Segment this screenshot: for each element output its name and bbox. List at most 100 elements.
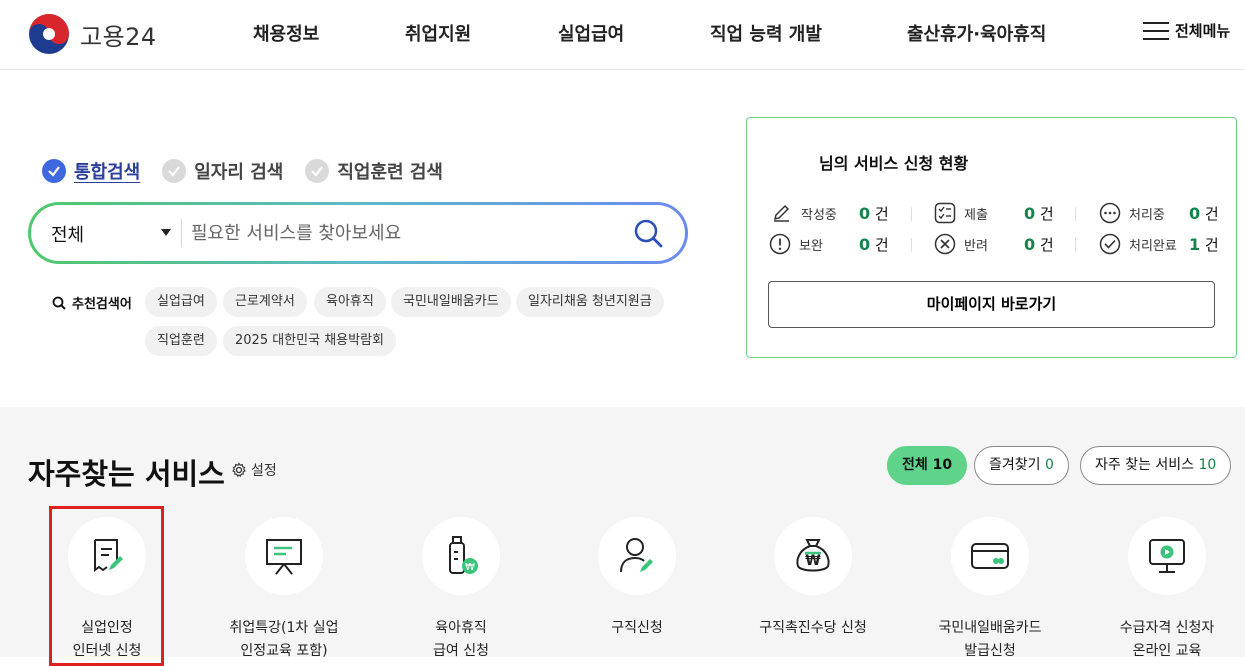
tab-label: 직업훈련 검색 (337, 162, 443, 183)
monitor-play-icon (1149, 539, 1185, 573)
pencil-icon (773, 204, 790, 222)
recommended-label-text: 추천검색어 (72, 297, 132, 312)
service-job-promotion-allowance[interactable]: ₩ 구직촉진수당 신청 (733, 517, 893, 640)
filter-favorites[interactable]: 즐겨찾기 0 (974, 446, 1069, 485)
nav-maternity-leave[interactable]: 출산휴가·육아휴직 (907, 20, 1046, 46)
all-menu-button[interactable]: 전체메뉴 (1143, 20, 1230, 41)
section-title: 자주찾는 서비스 (28, 457, 225, 491)
filter-frequent[interactable]: 자주 찾는 서비스 10 (1080, 446, 1232, 485)
search-icon (52, 296, 66, 310)
separator (911, 238, 912, 252)
keyword-chip[interactable]: 직업훈련 (145, 326, 217, 356)
service-online-education[interactable]: 수급자격 신청자온라인 교육 (1087, 517, 1245, 663)
settings-button[interactable]: 설정 (231, 460, 277, 480)
svg-text:₩: ₩ (465, 562, 475, 573)
service-job-application[interactable]: 구직신청 (557, 517, 717, 640)
service-label-line1: 구직촉진수당 신청 (759, 620, 867, 636)
divider (181, 219, 182, 247)
status-label: 반려 (964, 238, 988, 254)
status-count: 0 건 (859, 204, 889, 223)
service-label-line2: 온라인 교육 (1132, 643, 1202, 659)
logo-text: 고용24 (80, 22, 157, 51)
status-rejected[interactable]: 반려 (934, 233, 988, 255)
nav-employment-support[interactable]: 취업지원 (405, 20, 471, 46)
service-label-line1: 수급자격 신청자 (1119, 620, 1215, 636)
service-label-line2: 급여 신청 (433, 643, 489, 659)
x-circle-icon (934, 233, 956, 255)
status-drafting[interactable]: 작성중 (771, 202, 837, 224)
status-count: 0 건 (1024, 204, 1054, 223)
service-label-line2: 인정교육 포함) (240, 643, 328, 659)
separator (1075, 207, 1076, 221)
status-processing[interactable]: 처리중 (1099, 202, 1165, 224)
search-scope-select[interactable]: 전체 (51, 221, 84, 247)
keyword-chip[interactable]: 국민내일배움카드 (391, 287, 511, 317)
highlight-box (49, 506, 164, 666)
dropdown-arrow-icon[interactable] (161, 229, 171, 236)
svg-text:₩: ₩ (805, 553, 821, 569)
all-menu-label: 전체메뉴 (1175, 22, 1231, 40)
service-label-line1: 취업특강(1차 실업 (229, 620, 339, 636)
status-count: 0 건 (1189, 204, 1219, 223)
exclamation-icon (769, 233, 791, 255)
status-label: 처리중 (1129, 207, 1165, 223)
check-icon (162, 159, 187, 183)
status-supplement[interactable]: 보완 (769, 233, 823, 255)
status-submitted[interactable]: 제출 (934, 202, 988, 224)
keyword-chip[interactable]: 실업급여 (145, 287, 217, 317)
status-count: 0 건 (1024, 235, 1054, 254)
search-icon[interactable] (633, 218, 663, 248)
service-status-panel: 님의 서비스 신청 현황 작성중 0 건 제출 0 건 처리중 0 건 보완 0 (746, 117, 1237, 358)
keyword-chip[interactable]: 근로계약서 (223, 287, 307, 317)
tab-training-search[interactable]: 직업훈련 검색 (305, 158, 443, 184)
gear-icon (232, 462, 246, 478)
tab-label: 통합검색 (74, 162, 141, 183)
nav-unemployment-benefit[interactable]: 실업급여 (558, 20, 624, 46)
site-header: 고용24 채용정보 취업지원 실업급여 직업 능력 개발 출산휴가·육아휴직 전… (0, 0, 1245, 70)
tab-label: 일자리 검색 (194, 162, 284, 183)
check-circle-icon (1099, 233, 1121, 255)
settings-label: 설정 (251, 463, 277, 479)
check-icon (42, 159, 66, 183)
separator (1075, 238, 1076, 252)
filter-all[interactable]: 전체 10 (887, 446, 968, 485)
service-label-line1: 국민내일배움카드 (938, 620, 1042, 636)
hamburger-icon (1143, 21, 1169, 41)
search-tabs: 통합검색 일자리 검색 직업훈련 검색 (42, 158, 465, 184)
separator (911, 207, 912, 221)
logo[interactable]: 고용24 (28, 12, 157, 56)
service-label-line1: 육아휴직 (435, 620, 487, 636)
search-input[interactable] (191, 215, 611, 251)
status-label: 제출 (964, 207, 988, 223)
nav-vocational-training[interactable]: 직업 능력 개발 (710, 20, 822, 46)
status-completed[interactable]: 처리완료 (1099, 233, 1177, 255)
keyword-chip[interactable]: 육아휴직 (314, 287, 386, 317)
service-learning-card[interactable]: 국민내일배움카드발급신청 (910, 517, 1070, 663)
mypage-button[interactable]: 마이페이지 바로가기 (768, 281, 1215, 328)
card-icon (971, 543, 1009, 569)
keyword-chip[interactable]: 2025 대한민국 채용박람회 (223, 326, 396, 356)
recommended-keywords-label: 추천검색어 (52, 293, 132, 312)
status-label: 보완 (799, 238, 823, 254)
status-count: 0 건 (859, 235, 889, 254)
money-bag-won-icon: ₩ (796, 539, 830, 572)
keyword-chip[interactable]: 일자리채움 청년지원금 (516, 287, 664, 317)
checklist-icon (934, 202, 956, 224)
dots-icon (1099, 202, 1121, 224)
service-label-line1: 구직신청 (611, 620, 663, 636)
taegeuk-emblem-icon (29, 14, 69, 54)
nav-jobs[interactable]: 채용정보 (253, 20, 319, 46)
tab-job-search[interactable]: 일자리 검색 (162, 158, 283, 184)
baby-bottle-won-icon: ₩ (449, 536, 478, 574)
service-job-lecture[interactable]: 취업특강(1차 실업인정교육 포함) (204, 517, 364, 663)
service-label-line2: 발급신청 (964, 643, 1016, 659)
person-pen-icon (620, 538, 653, 573)
status-count: 1 건 (1189, 235, 1219, 254)
status-label: 작성중 (801, 207, 837, 223)
status-title: 님의 서비스 신청 현황 (819, 154, 969, 173)
status-label: 처리완료 (1129, 238, 1177, 254)
tab-integrated-search[interactable]: 통합검색 (42, 158, 140, 184)
service-parental-leave-benefit[interactable]: ₩ 육아휴직급여 신청 (381, 517, 541, 663)
presentation-board-icon (266, 539, 302, 575)
check-icon (305, 159, 330, 183)
